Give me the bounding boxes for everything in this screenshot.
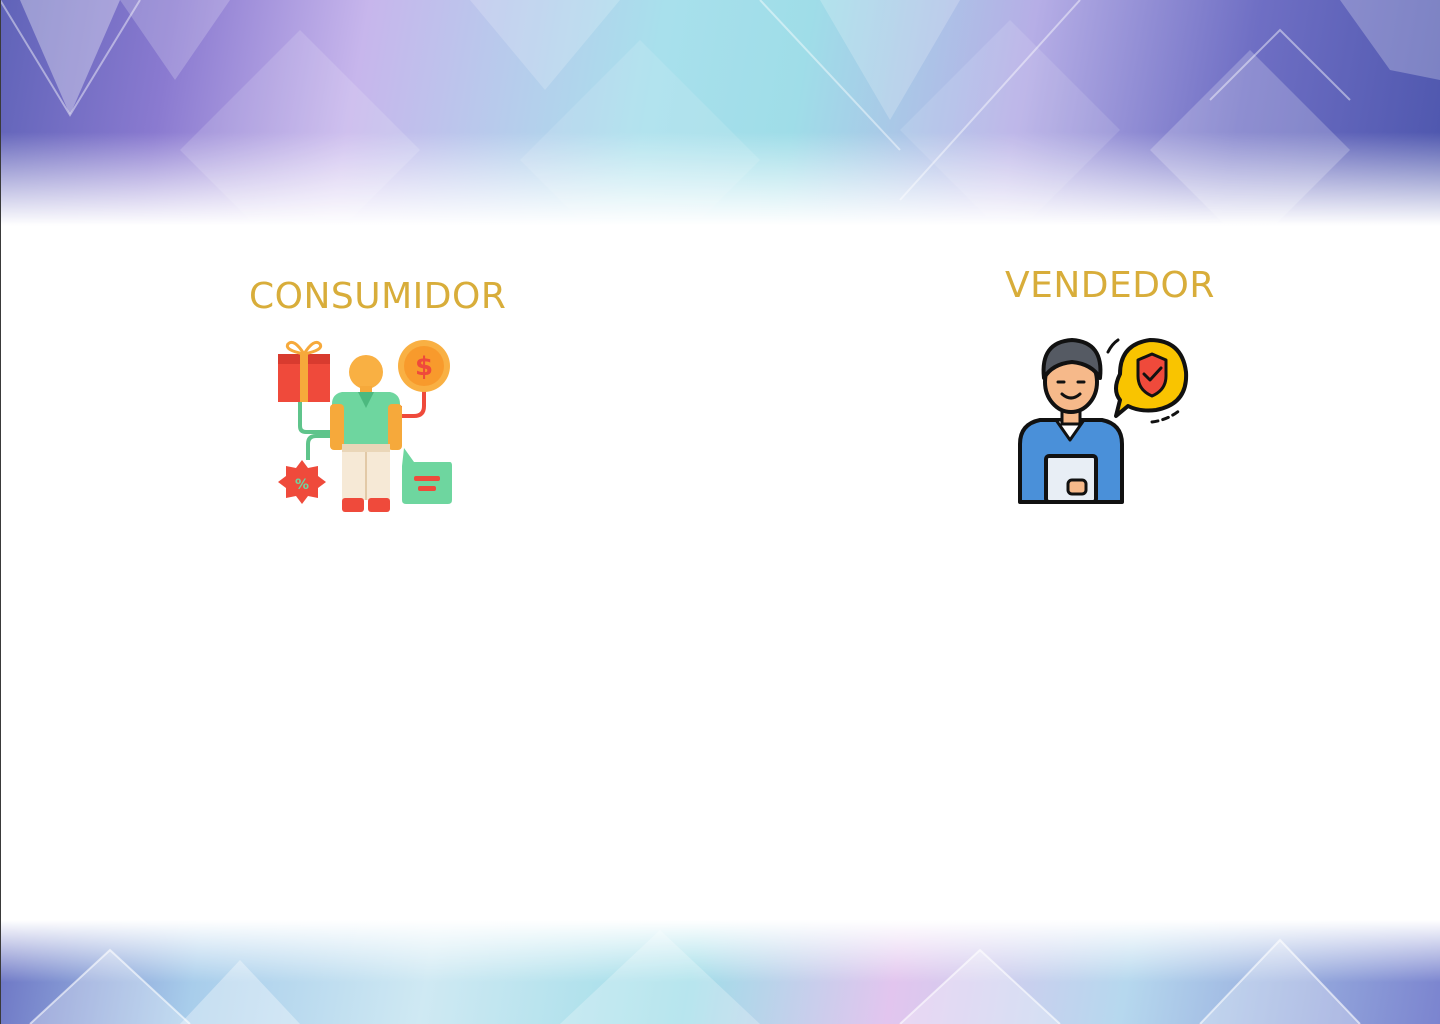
consumer-icon: $ % — [278, 340, 452, 512]
left-border-line — [0, 0, 1, 1024]
svg-text:%: % — [295, 477, 309, 493]
slide: CONSUMIDOR $ % VENDEDOR — [0, 0, 1440, 1024]
consumer-title: CONSUMIDOR — [249, 276, 507, 317]
bottom-diamond-pattern — [29, 930, 1361, 1024]
top-decorative-band — [0, 0, 1440, 240]
top-diamond-pattern — [0, 0, 1440, 240]
svg-text:$: $ — [415, 352, 433, 382]
bottom-decorative-band — [0, 920, 1440, 1024]
seller-icon — [1018, 338, 1189, 504]
seller-title: VENDEDOR — [1005, 265, 1215, 306]
